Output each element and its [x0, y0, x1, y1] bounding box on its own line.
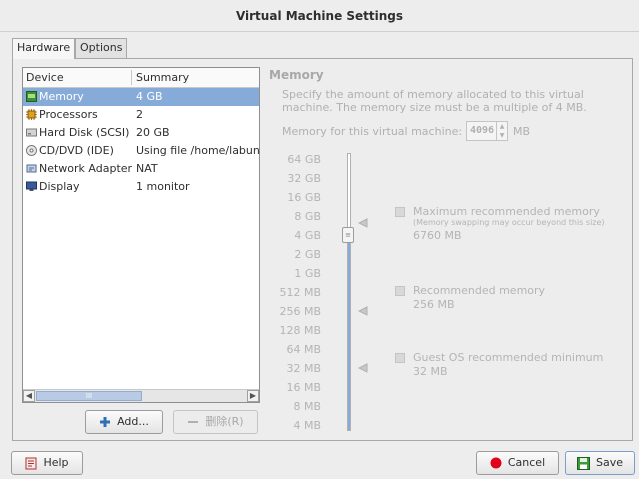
max-recommended-marker-icon	[358, 218, 368, 228]
guest-min-marker-icon	[358, 363, 368, 373]
tab-options[interactable]: Options	[75, 38, 128, 58]
max-recommended-label: Maximum recommended memory	[413, 205, 600, 218]
network-adapter-icon	[26, 164, 37, 173]
display-icon	[26, 181, 37, 191]
device-summary: 2	[136, 108, 143, 121]
scale-label: 32 MB	[286, 362, 321, 375]
device-row-memory[interactable]: Memory 4 GB	[23, 88, 259, 106]
scale-label: 32 GB	[287, 172, 321, 185]
scroll-right-icon[interactable]: ▶	[247, 390, 259, 402]
memory-size-value[interactable]: 4096	[470, 125, 494, 136]
cd-dvd-icon	[26, 145, 37, 156]
scale-label: 64 GB	[287, 153, 321, 166]
add-device-label: Add...	[117, 415, 149, 428]
scale-label: 8 GB	[294, 210, 321, 223]
save-button[interactable]: Save	[565, 451, 635, 475]
device-row-network-adapter[interactable]: Network Adapter NAT	[23, 160, 259, 178]
save-label: Save	[595, 456, 623, 469]
memory-slider-track[interactable]	[347, 153, 351, 431]
max-recommended-swatch	[395, 207, 405, 217]
help-book-icon	[25, 457, 37, 469]
memory-slider-handle[interactable]: ≡	[342, 227, 354, 243]
scale-label: 64 MB	[286, 343, 321, 356]
device-name: Display	[39, 180, 80, 193]
scale-label: 128 MB	[279, 324, 321, 337]
device-summary: 4 GB	[136, 90, 163, 103]
processor-icon	[26, 109, 37, 120]
stop-icon	[490, 457, 502, 469]
scroll-left-icon[interactable]: ◀	[23, 390, 35, 402]
memory-size-spinner[interactable]: 4096 ▲ ▼	[466, 121, 508, 141]
cancel-label: Cancel	[507, 456, 546, 469]
scale-label: 4 GB	[294, 229, 321, 242]
scale-label: 8 MB	[293, 400, 321, 413]
device-list: Device Summary Memory 4 GB Processors 2 …	[22, 67, 260, 403]
window-title: Virtual Machine Settings	[0, 0, 639, 32]
add-device-button[interactable]: Add...	[85, 410, 163, 434]
tab-hardware[interactable]: Hardware	[12, 38, 76, 59]
hard-disk-icon	[26, 128, 37, 137]
device-row-display[interactable]: Display 1 monitor	[23, 178, 259, 196]
scale-label: 2 GB	[294, 248, 321, 261]
remove-device-label: 删除(R)	[205, 415, 244, 428]
device-row-cd-dvd[interactable]: CD/DVD (IDE) Using file /home/labuni	[23, 142, 259, 160]
recommended-marker-icon	[358, 306, 368, 316]
device-name: CD/DVD (IDE)	[39, 144, 114, 157]
memory-slider-fill	[348, 236, 350, 430]
device-column-header[interactable]: Device	[26, 71, 64, 84]
recommended-value: 256 MB	[413, 298, 455, 311]
device-name: Memory	[39, 90, 84, 103]
spin-arrows-icon[interactable]: ▲ ▼	[496, 122, 507, 140]
help-button[interactable]: Help	[11, 451, 83, 475]
device-list-header: Device Summary	[23, 68, 259, 88]
device-summary: Using file /home/labuni	[136, 144, 260, 157]
device-rows: Memory 4 GB Processors 2 Hard Disk (SCSI…	[23, 88, 259, 196]
memory-icon	[26, 91, 37, 102]
device-name: Processors	[39, 108, 98, 121]
cancel-button[interactable]: Cancel	[476, 451, 559, 475]
scroll-thumb[interactable]: III	[36, 391, 142, 401]
scale-label: 16 GB	[287, 191, 321, 204]
guest-min-value: 32 MB	[413, 365, 448, 378]
recommended-swatch	[395, 286, 405, 296]
guest-min-label: Guest OS recommended minimum	[413, 351, 604, 364]
scale-label: 4 MB	[293, 419, 321, 432]
memory-section-title: Memory	[269, 68, 324, 82]
memory-description: Specify the amount of memory allocated t…	[282, 88, 587, 114]
remove-device-button[interactable]: 删除(R)	[173, 410, 258, 434]
max-recommended-note: (Memory swapping may occur beyond this s…	[413, 218, 605, 227]
plus-icon	[100, 417, 111, 427]
minus-icon	[188, 421, 199, 423]
scale-label: 512 MB	[279, 286, 321, 299]
settings-notebook: Device Summary Memory 4 GB Processors 2 …	[12, 58, 633, 441]
device-list-hscrollbar[interactable]: ◀ III ▶	[23, 389, 259, 402]
max-recommended-value: 6760 MB	[413, 229, 462, 242]
memory-for-vm-label: Memory for this virtual machine:	[282, 125, 463, 138]
device-row-processors[interactable]: Processors 2	[23, 106, 259, 124]
device-summary: NAT	[136, 162, 158, 175]
column-divider	[131, 70, 132, 85]
device-name: Hard Disk (SCSI)	[39, 126, 130, 139]
device-summary: 20 GB	[136, 126, 170, 139]
recommended-label: Recommended memory	[413, 284, 546, 297]
memory-unit-label: MB	[513, 125, 531, 138]
scale-label: 256 MB	[279, 305, 321, 318]
summary-column-header[interactable]: Summary	[136, 71, 189, 84]
device-name: Network Adapter	[39, 162, 133, 175]
scale-label: 1 GB	[294, 267, 321, 280]
guest-min-swatch	[395, 353, 405, 363]
help-label: Help	[43, 456, 69, 469]
device-row-hard-disk[interactable]: Hard Disk (SCSI) 20 GB	[23, 124, 259, 142]
device-summary: 1 monitor	[136, 180, 190, 193]
scale-label: 16 MB	[286, 381, 321, 394]
save-disk-icon	[576, 456, 590, 470]
